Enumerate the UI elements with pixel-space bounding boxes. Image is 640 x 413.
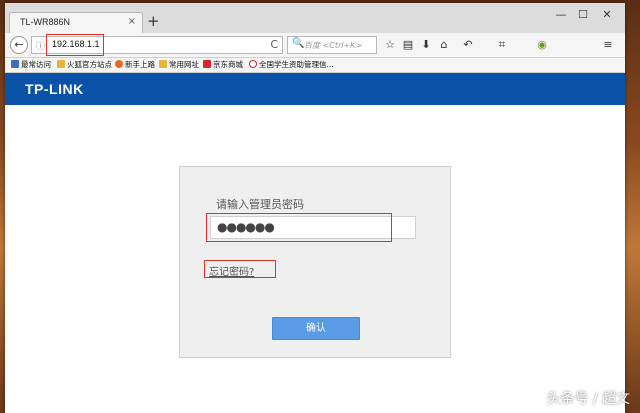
extension-icon[interactable]: ◉ [535, 38, 549, 52]
bookmark-star-icon[interactable]: ☆ [383, 38, 397, 52]
firefox-icon [115, 60, 123, 68]
bookmark-student-aid[interactable]: 全国学生资助管理信... [249, 59, 334, 71]
brand-bar: TP-LINK [5, 73, 625, 105]
bookmark-jd[interactable]: 京东商城 [203, 59, 243, 71]
close-window-button[interactable]: ✕ [595, 8, 619, 21]
router-login-page: TP-LINK 请输入管理员密码 ●●●●●● 忘记密码? 确认 [5, 73, 625, 413]
password-highlight-box [206, 213, 392, 242]
search-bar[interactable]: 🔍 百度 <Ctrl+K> [287, 36, 377, 54]
crop-icon[interactable]: ⌗ [495, 38, 509, 52]
bookmark-common-sites[interactable]: 常用网址 [159, 59, 199, 71]
reader-icon[interactable]: ▤ [401, 38, 415, 52]
bookmark-getting-started[interactable]: 新手上路 [115, 59, 155, 71]
back-button[interactable]: ← [10, 36, 28, 54]
browser-window: TL-WR886N × + — ☐ ✕ ← ⓘ 192.168.1.1 C 🔍 … [5, 3, 625, 413]
tab-close-icon[interactable]: × [128, 16, 136, 27]
tab-router[interactable]: TL-WR886N × [9, 12, 143, 34]
bookmark-label: 新手上路 [125, 60, 155, 69]
bookmark-label: 常用网址 [169, 60, 199, 69]
reload-icon[interactable]: C [270, 38, 278, 51]
info-icon[interactable]: ⓘ [36, 39, 45, 52]
minimize-button[interactable]: — [549, 8, 573, 21]
bookmark-icon [11, 60, 19, 68]
folder-icon [57, 60, 65, 68]
bookmark-label: 火狐官方站点 [67, 60, 112, 69]
bookmark-label: 京东商城 [213, 60, 243, 69]
url-highlight-box [46, 34, 104, 56]
maximize-button[interactable]: ☐ [571, 8, 595, 21]
tp-link-logo: TP-LINK [25, 81, 84, 97]
watermark: 头条号 / 超文 [546, 391, 630, 407]
folder-icon [159, 60, 167, 68]
tab-title: TL-WR886N [20, 17, 71, 27]
navigation-bar: ← ⓘ 192.168.1.1 C 🔍 百度 <Ctrl+K> ☆ ▤ ⬇ ⌂ … [5, 33, 625, 58]
bookmark-most-visited[interactable]: 最常访问 [11, 59, 51, 71]
undo-icon[interactable]: ↶ [461, 38, 475, 52]
url-bar[interactable]: ⓘ 192.168.1.1 C [31, 34, 283, 56]
menu-icon[interactable]: ≡ [601, 38, 615, 52]
new-tab-button[interactable]: + [147, 14, 160, 29]
home-icon[interactable]: ⌂ [437, 38, 451, 52]
login-panel: 请输入管理员密码 ●●●●●● 忘记密码? 确认 [179, 166, 451, 358]
bookmark-label: 全国学生资助管理信... [259, 60, 334, 69]
password-label: 请输入管理员密码 [216, 198, 304, 211]
tab-bar: TL-WR886N × + — ☐ ✕ [5, 3, 625, 34]
student-aid-icon [249, 60, 257, 68]
download-icon[interactable]: ⬇ [419, 38, 433, 52]
search-icon: 🔍 [292, 38, 305, 49]
bookmark-label: 最常访问 [21, 60, 51, 69]
jd-icon [203, 60, 211, 68]
bookmarks-bar: 最常访问 火狐官方站点 新手上路 常用网址 京东商城 全国学生资助管理信... [5, 58, 625, 73]
confirm-button[interactable]: 确认 [272, 317, 360, 340]
search-input[interactable]: 百度 <Ctrl+K> [304, 40, 362, 51]
bookmark-firefox-official[interactable]: 火狐官方站点 [57, 59, 112, 71]
forgot-highlight-box [204, 260, 276, 278]
